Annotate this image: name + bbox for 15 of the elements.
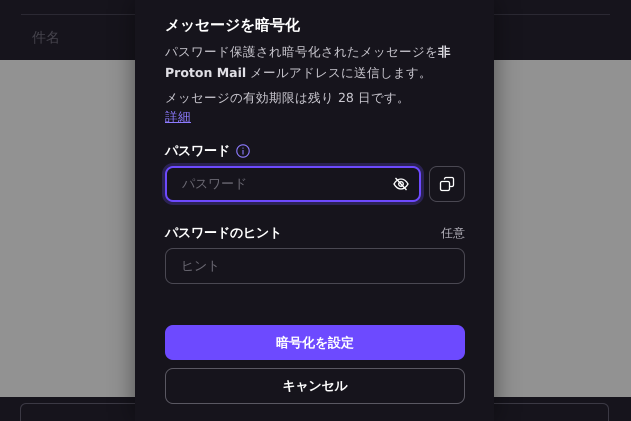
field-label: パスワード: [165, 143, 230, 160]
copy-button[interactable]: [429, 166, 465, 202]
optional-label: 任意: [441, 224, 465, 242]
eye-slash-icon[interactable]: [393, 177, 409, 191]
learn-more-link[interactable]: 詳細: [165, 108, 191, 125]
description-text: パスワード保護され暗号化されたメッセージを非 Proton Mail メールアドレスに送信します。: [165, 43, 452, 82]
modal-title: メッセージを暗号化: [165, 16, 301, 35]
cancel-button[interactable]: キャンセル: [165, 368, 465, 404]
password-field[interactable]: パスワード: [165, 166, 421, 202]
expiry-text: メッセージの有効期限は残り 28 日です。: [165, 89, 411, 107]
set-encryption-button[interactable]: 暗号化を設定: [165, 325, 465, 360]
info-icon[interactable]: [236, 144, 250, 158]
field-label: パスワードのヒント: [165, 225, 282, 242]
hint-field[interactable]: ヒント: [165, 248, 465, 284]
copy-icon: [439, 176, 455, 192]
